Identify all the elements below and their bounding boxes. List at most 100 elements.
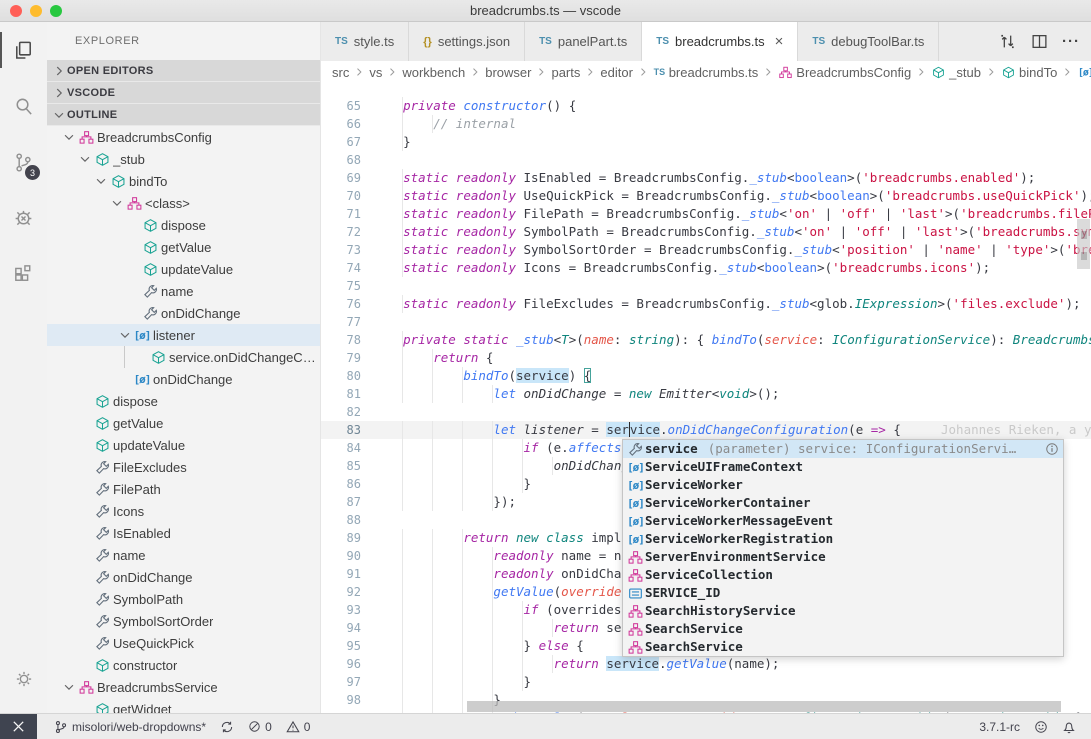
section-header-vscode[interactable]: VSCODE [47, 82, 320, 104]
breadcrumb-item-vs[interactable]: vs [369, 65, 382, 80]
breadcrumb-item-workbench[interactable]: workbench [402, 65, 465, 80]
outline-item-symbolsortorder[interactable]: SymbolSortOrder [47, 610, 320, 632]
activity-item-debug[interactable] [0, 190, 47, 246]
breadcrumb-item--stub[interactable]: _stub [931, 65, 981, 80]
outline-item-symbolpath[interactable]: SymbolPath [47, 588, 320, 610]
code-line-77[interactable]: 77 [321, 313, 1091, 331]
outline-item-ondidchange[interactable]: onDidChange [47, 566, 320, 588]
breadcrumb-item-listener[interactable]: [ø]listener [1077, 65, 1091, 80]
code-line-67[interactable]: 67 } [321, 133, 1091, 151]
code-line-81[interactable]: 81 let onDidChange = new Emitter<void>()… [321, 385, 1091, 403]
outline-item-breadcrumbsconfig[interactable]: BreadcrumbsConfig [47, 126, 320, 148]
code-line-97[interactable]: 97 } [321, 673, 1091, 691]
suggest-item-serviceworkercontainer[interactable]: [ø]ServiceWorkerContainer [623, 494, 1063, 512]
remote-indicator[interactable] [0, 714, 37, 739]
suggest-item-searchhistoryservice[interactable]: SearchHistoryService [623, 602, 1063, 620]
outline-item--class-[interactable]: <class> [47, 192, 320, 214]
outline-item-name[interactable]: name [47, 280, 320, 302]
maximize-window-button[interactable] [50, 5, 62, 17]
outline-item-getwidget[interactable]: getWidget [47, 698, 320, 713]
outline-item-dispose[interactable]: dispose [47, 214, 320, 236]
activity-item-search[interactable] [0, 78, 47, 134]
twisty-icon[interactable] [117, 328, 133, 342]
code-line-66[interactable]: 66 // internal [321, 115, 1091, 133]
outline-item-dispose[interactable]: dispose [47, 390, 320, 412]
code-line-70[interactable]: 70 static readonly UseQuickPick = Breadc… [321, 187, 1091, 205]
outline-item-updatevalue[interactable]: updateValue [47, 258, 320, 280]
outline-item-fileexcludes[interactable]: FileExcludes [47, 456, 320, 478]
horizontal-scrollbar[interactable] [467, 701, 1061, 712]
close-icon[interactable]: × [775, 34, 784, 49]
breadcrumb-item-bindto[interactable]: bindTo [1001, 65, 1057, 80]
status-errors[interactable]: 0 [241, 714, 279, 739]
code-line-73[interactable]: 73 static readonly SymbolSortOrder = Bre… [321, 241, 1091, 259]
suggest-item-searchservice[interactable]: SearchService [623, 638, 1063, 656]
activity-item-settings[interactable] [0, 651, 47, 707]
info-icon[interactable] [1045, 442, 1059, 456]
breadcrumb-item-browser[interactable]: browser [485, 65, 531, 80]
activity-item-explorer[interactable] [0, 22, 47, 78]
code-line-80[interactable]: 80 bindTo(service) { [321, 367, 1091, 385]
outline-item-ondidchange[interactable]: [ø]onDidChange [47, 368, 320, 390]
suggest-item-serverenvironmentservice[interactable]: ServerEnvironmentService [623, 548, 1063, 566]
breadcrumb-item-parts[interactable]: parts [551, 65, 580, 80]
suggest-item-searchservice[interactable]: SearchService [623, 620, 1063, 638]
code-line-76[interactable]: 76 static readonly FileExcludes = Breadc… [321, 295, 1091, 313]
status-notifications[interactable] [1055, 714, 1083, 739]
suggest-item-serviceworkerregistration[interactable]: [ø]ServiceWorkerRegistration [623, 530, 1063, 548]
activity-item-extensions[interactable] [0, 246, 47, 302]
suggest-item-service[interactable]: service(parameter) service: IConfigurati… [623, 440, 1063, 458]
outline-item-listener[interactable]: [ø]listener [47, 324, 320, 346]
code-line-82[interactable]: 82 [321, 403, 1091, 421]
suggest-item-serviceworkermessageevent[interactable]: [ø]ServiceWorkerMessageEvent [623, 512, 1063, 530]
suggest-item-servicecollection[interactable]: ServiceCollection [623, 566, 1063, 584]
more-actions-button[interactable]: ··· [1057, 28, 1085, 56]
outline-item-filepath[interactable]: FilePath [47, 478, 320, 500]
code-editor[interactable]: 65 private constructor() {66 // internal… [321, 83, 1091, 713]
split-editor-button[interactable] [1025, 28, 1053, 56]
outline-item-ondidchange[interactable]: onDidChange [47, 302, 320, 324]
breadcrumb-item-breadcrumbs-ts[interactable]: TSbreadcrumbs.ts [653, 65, 758, 80]
code-line-72[interactable]: 72 static readonly SymbolPath = Breadcru… [321, 223, 1091, 241]
status-feedback[interactable] [1027, 714, 1055, 739]
outline-item--stub[interactable]: _stub [47, 148, 320, 170]
tab-breadcrumbs-ts[interactable]: TSbreadcrumbs.ts× [642, 22, 798, 61]
tab-debugToolBar-ts[interactable]: TSdebugToolBar.ts [798, 22, 939, 61]
close-window-button[interactable] [10, 5, 22, 17]
twisty-icon[interactable] [109, 196, 125, 210]
outline-item-getvalue[interactable]: getValue [47, 236, 320, 258]
code-line-78[interactable]: 78 private static _stub<T>(name: string)… [321, 331, 1091, 349]
outline-item-isenabled[interactable]: IsEnabled [47, 522, 320, 544]
outline-item-service-ondidchangeco-[interactable]: service.onDidChangeCo... [47, 346, 320, 368]
tab-settings-json[interactable]: {}settings.json [409, 22, 525, 61]
tab-style-ts[interactable]: TSstyle.ts [321, 22, 409, 61]
outline-item-constructor[interactable]: constructor [47, 654, 320, 676]
open-changes-button[interactable] [993, 28, 1021, 56]
section-header-open-editors[interactable]: OPEN EDITORS [47, 60, 320, 82]
outline-item-updatevalue[interactable]: updateValue [47, 434, 320, 456]
status-version[interactable]: 3.7.1-rc [972, 714, 1027, 739]
code-line-74[interactable]: 74 static readonly Icons = BreadcrumbsCo… [321, 259, 1091, 277]
code-line-79[interactable]: 79 return { [321, 349, 1091, 367]
minimize-window-button[interactable] [30, 5, 42, 17]
vertical-scrollbar[interactable] [1077, 219, 1090, 269]
breadcrumb-item-breadcrumbsconfig[interactable]: BreadcrumbsConfig [778, 65, 911, 80]
twisty-icon[interactable] [93, 174, 109, 188]
status-warnings[interactable]: 0 [279, 714, 318, 739]
outline-item-usequickpick[interactable]: UseQuickPick [47, 632, 320, 654]
outline-item-breadcrumbsservice[interactable]: BreadcrumbsService [47, 676, 320, 698]
suggest-item-serviceworker[interactable]: [ø]ServiceWorker [623, 476, 1063, 494]
code-line-75[interactable]: 75 [321, 277, 1091, 295]
code-line-96[interactable]: 96 return service.getValue(name); [321, 655, 1091, 673]
code-line-69[interactable]: 69 static readonly IsEnabled = Breadcrum… [321, 169, 1091, 187]
twisty-icon[interactable] [61, 130, 77, 144]
suggest-item-serviceuiframecontext[interactable]: [ø]ServiceUIFrameContext [623, 458, 1063, 476]
tab-panelPart-ts[interactable]: TSpanelPart.ts [525, 22, 642, 61]
outline-item-getvalue[interactable]: getValue [47, 412, 320, 434]
status-branch[interactable]: misolori/web-dropdowns* [47, 714, 213, 739]
status-sync[interactable] [213, 714, 241, 739]
breadcrumb-item-editor[interactable]: editor [600, 65, 633, 80]
code-line-83[interactable]: 83 let listener = service.onDidChangeCon… [321, 421, 1091, 439]
twisty-icon[interactable] [77, 152, 93, 166]
outline-item-name[interactable]: name [47, 544, 320, 566]
